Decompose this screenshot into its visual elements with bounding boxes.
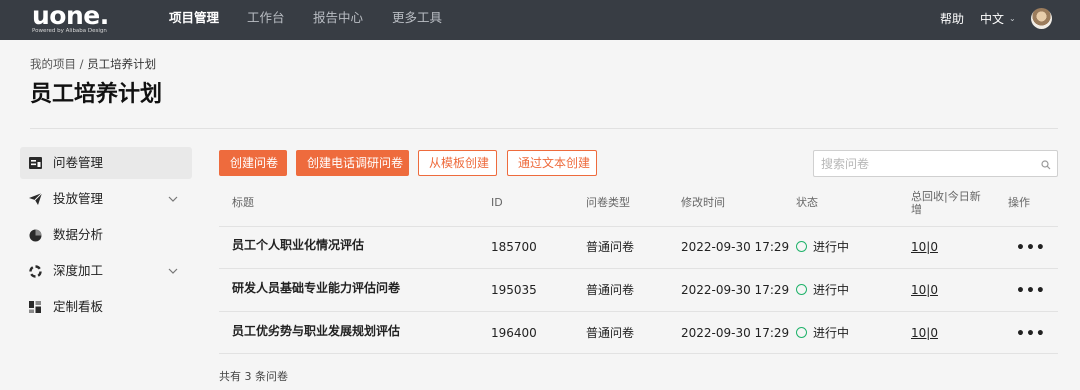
pie-chart-icon	[28, 228, 42, 242]
breadcrumb: 我的项目 / 员工培养计划	[30, 56, 156, 72]
survey-type: 普通问卷	[586, 283, 635, 297]
nav-more-tools[interactable]: 更多工具	[392, 10, 442, 26]
top-navigation-bar: uone. Powered by Alibaba Design 项目管理 工作台…	[0, 0, 1080, 40]
status-label: 进行中	[813, 326, 850, 340]
column-header-status: 状态	[796, 196, 818, 209]
survey-id: 196400	[491, 326, 537, 340]
response-counts-link[interactable]: 10|0	[911, 325, 938, 341]
sidebar-item-label: 投放管理	[53, 191, 104, 206]
survey-count-summary: 共有 3 条问卷	[219, 370, 288, 383]
survey-title[interactable]: 研发人员基础专业能力评估问卷	[232, 280, 400, 296]
create-from-template-button[interactable]: 从模板创建	[418, 150, 497, 176]
survey-icon	[28, 156, 42, 170]
create-survey-button[interactable]: 创建问卷	[219, 150, 287, 176]
column-header-title: 标题	[232, 196, 254, 209]
survey-type: 普通问卷	[586, 240, 635, 254]
survey-id: 195035	[491, 283, 537, 297]
column-header-id: ID	[491, 196, 503, 209]
process-icon	[28, 264, 42, 278]
row-divider	[219, 268, 1058, 269]
row-divider	[219, 311, 1058, 312]
more-actions-icon[interactable]: •••	[1016, 241, 1046, 255]
status-badge: 进行中	[796, 282, 849, 298]
sidebar-item-survey-management[interactable]: 问卷管理	[20, 147, 192, 179]
nav-report-center[interactable]: 报告中心	[313, 10, 363, 26]
help-link[interactable]: 帮助	[940, 11, 964, 27]
status-badge: 进行中	[796, 325, 849, 341]
logo-text: uone.	[32, 1, 109, 30]
sidebar-item-label: 问卷管理	[53, 155, 104, 170]
page-title: 员工培养计划	[30, 82, 163, 107]
uone-logo[interactable]: uone. Powered by Alibaba Design	[32, 1, 132, 36]
language-selector[interactable]: 中文 ⌄	[980, 11, 1016, 27]
search-icon[interactable]	[1041, 159, 1051, 170]
sidebar-item-label: 定制看板	[53, 299, 104, 314]
more-actions-icon[interactable]: •••	[1016, 284, 1046, 298]
dashboard-icon	[28, 300, 42, 314]
sidebar-item-data-analysis[interactable]: 数据分析	[20, 219, 192, 251]
chevron-down-icon: ⌄	[1009, 14, 1016, 23]
survey-modified-time: 2022-09-30 17:29	[681, 240, 790, 254]
survey-modified-time: 2022-09-30 17:29	[681, 326, 790, 340]
create-phone-survey-button[interactable]: 创建电话调研问卷	[296, 150, 409, 176]
status-circle-icon	[796, 241, 807, 252]
nav-workbench[interactable]: 工作台	[247, 10, 285, 26]
breadcrumb-current: 员工培养计划	[87, 57, 157, 71]
response-counts-link[interactable]: 10|0	[911, 282, 938, 298]
sidebar-item-label: 数据分析	[53, 227, 104, 242]
sidebar-item-distribution-management[interactable]: 投放管理	[20, 183, 192, 215]
create-from-text-button[interactable]: 通过文本创建	[507, 150, 597, 176]
status-label: 进行中	[813, 283, 850, 297]
column-header-type: 问卷类型	[586, 196, 630, 209]
breadcrumb-separator: /	[76, 57, 88, 71]
survey-title[interactable]: 员工个人职业化情况评估	[232, 237, 364, 253]
breadcrumb-root[interactable]: 我的项目	[30, 57, 76, 71]
row-divider	[219, 353, 1058, 354]
send-icon	[28, 192, 42, 206]
sidebar-item-label: 深度加工	[53, 263, 104, 278]
survey-id: 185700	[491, 240, 537, 254]
search-box	[813, 150, 1058, 177]
table-header-divider	[219, 226, 1058, 227]
column-header-modified: 修改时间	[681, 196, 725, 209]
more-actions-icon[interactable]: •••	[1016, 327, 1046, 341]
survey-title[interactable]: 员工优劣势与职业发展规划评估	[232, 323, 400, 339]
header-divider	[30, 128, 1058, 129]
sidebar-item-deep-processing[interactable]: 深度加工	[20, 255, 192, 287]
column-header-counts: 总回收|今日新增	[911, 190, 981, 216]
survey-modified-time: 2022-09-30 17:29	[681, 283, 790, 297]
status-circle-icon	[796, 284, 807, 295]
language-label: 中文	[980, 12, 1005, 26]
logo-subtitle: Powered by Alibaba Design	[32, 28, 107, 34]
avatar[interactable]	[1031, 8, 1052, 29]
status-badge: 进行中	[796, 239, 849, 255]
sidebar-item-custom-dashboard[interactable]: 定制看板	[20, 291, 192, 323]
column-header-actions: 操作	[1008, 196, 1030, 209]
nav-project-management[interactable]: 项目管理	[169, 10, 219, 26]
survey-type: 普通问卷	[586, 326, 635, 340]
response-counts-link[interactable]: 10|0	[911, 239, 938, 255]
search-input[interactable]	[821, 155, 1031, 173]
status-label: 进行中	[813, 240, 850, 254]
status-circle-icon	[796, 327, 807, 338]
